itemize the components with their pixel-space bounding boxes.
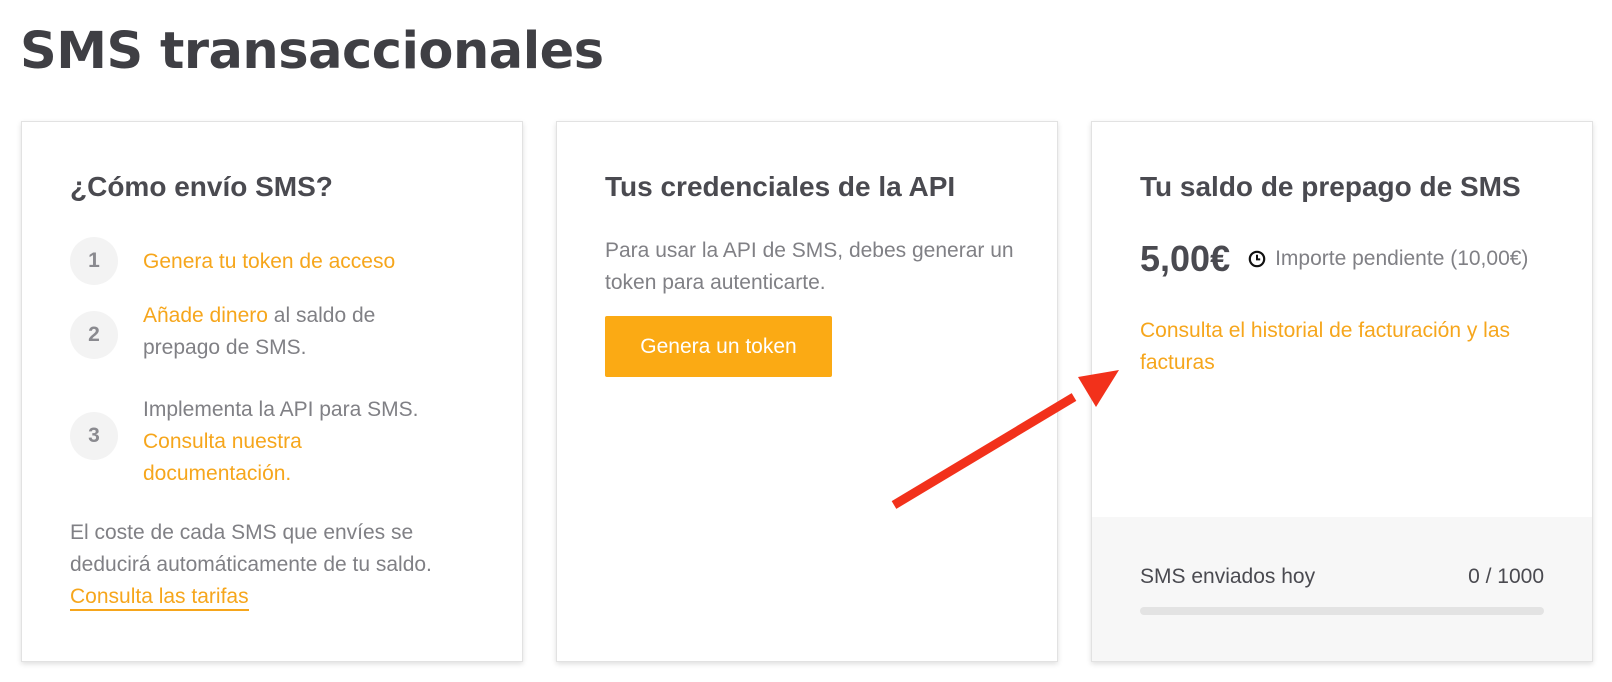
step-number: 2 (70, 311, 118, 359)
usage-progress-bar (1140, 607, 1544, 615)
api-description: Para usar la API de SMS, debes generar u… (605, 239, 1014, 294)
step-number: 1 (70, 237, 118, 285)
step-text: Implementa la API para SMS. Consulta nue… (143, 394, 443, 490)
page-title: SMS transaccionales (20, 22, 604, 81)
api-credentials-card: Tus credenciales de la API Para usar la … (556, 121, 1058, 662)
clock-icon (1248, 250, 1266, 268)
documentation-link[interactable]: Consulta nuestra documentación. (143, 430, 302, 485)
cost-note-text: El coste de cada SMS que envíes se deduc… (70, 521, 432, 576)
balance-title: Tu saldo de prepago de SMS (1140, 171, 1521, 202)
balance-amount: 5,00€ (1140, 238, 1231, 279)
usage-label: SMS enviados hoy (1140, 565, 1316, 588)
how-to-card: ¿Cómo envío SMS? 1 Genera tu token de ac… (21, 121, 523, 662)
how-to-title: ¿Cómo envío SMS? (70, 171, 333, 202)
usage-panel: SMS enviados hoy 0 / 1000 (1092, 517, 1592, 661)
add-money-link[interactable]: Añade dinero (143, 304, 268, 327)
usage-count: 0 / 1000 (1468, 565, 1544, 588)
cost-note: El coste de cada SMS que envíes se deduc… (70, 517, 450, 613)
generate-token-button[interactable]: Genera un token (605, 316, 832, 377)
step-number: 3 (70, 412, 118, 460)
pending-amount: Importe pendiente (10,00€) (1275, 247, 1529, 270)
step-text-lead: Implementa la API para SMS. (143, 398, 419, 421)
generate-token-link[interactable]: Genera tu token de acceso (143, 250, 395, 273)
balance-card: Tu saldo de prepago de SMS 5,00€ Importe… (1091, 121, 1593, 662)
billing-history-link[interactable]: Consulta el historial de facturación y l… (1140, 315, 1550, 379)
balance-row: 5,00€ Importe pendiente (10,00€) (1140, 238, 1528, 280)
step-text: Añade dinero al saldo de prepago de SMS. (143, 300, 443, 364)
api-credentials-title: Tus credenciales de la API (605, 171, 956, 202)
step-text: Genera tu token de acceso (143, 246, 443, 278)
rates-link[interactable]: Consulta las tarifas (70, 585, 249, 611)
